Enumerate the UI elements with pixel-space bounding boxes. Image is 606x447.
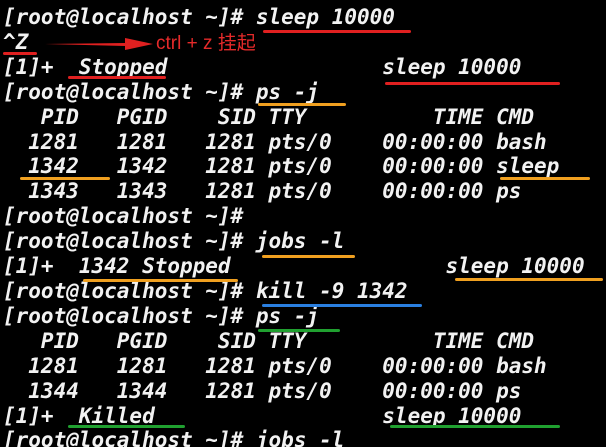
- underline-green: [258, 329, 340, 332]
- terminal-line: 1281 1281 1281 pts/0 00:00:00 bash: [3, 354, 547, 378]
- underline-orange: [83, 279, 238, 282]
- underline-orange: [20, 177, 110, 180]
- terminal-window[interactable]: [root@localhost ~]# sleep 10000 ^Z [1]+ …: [0, 0, 606, 447]
- underline-orange: [455, 278, 603, 281]
- underline-red: [3, 52, 37, 55]
- terminal-line: 1281 1281 1281 pts/0 00:00:00 bash: [3, 130, 547, 154]
- terminal-line: PID PGID SID TTY TIME CMD: [3, 105, 535, 129]
- terminal-line: 1344 1344 1281 pts/0 00:00:00 ps: [3, 379, 522, 403]
- terminal-line: [root@localhost ~]# ps -j: [3, 80, 320, 104]
- terminal-line: 1343 1343 1281 pts/0 00:00:00 ps: [3, 179, 522, 203]
- underline-red: [385, 82, 560, 85]
- terminal-line: [root@localhost ~]# sleep 10000: [3, 5, 395, 29]
- terminal-line: [root@localhost ~]#: [3, 204, 244, 228]
- terminal-line: PID PGID SID TTY TIME CMD: [3, 329, 535, 353]
- terminal-line: [root@localhost ~]# jobs -l: [3, 428, 345, 447]
- underline-green: [68, 425, 185, 428]
- terminal-line: [root@localhost ~]# ps -j: [3, 304, 320, 328]
- underline-red: [263, 30, 411, 33]
- annotation-note: ctrl + z 挂起: [156, 33, 256, 54]
- terminal-line: 1342 1342 1281 pts/0 00:00:00 sleep: [3, 154, 560, 178]
- underline-green: [390, 425, 560, 428]
- underline-orange: [262, 255, 355, 258]
- arrow-right-icon: [45, 38, 153, 50]
- underline-orange: [500, 177, 590, 180]
- underline-orange: [258, 103, 346, 106]
- terminal-line: [root@localhost ~]# jobs -l: [3, 229, 345, 253]
- underline-blue: [262, 304, 422, 307]
- terminal-line: [root@localhost ~]# kill -9 1342: [3, 279, 408, 303]
- underline-red: [68, 76, 166, 79]
